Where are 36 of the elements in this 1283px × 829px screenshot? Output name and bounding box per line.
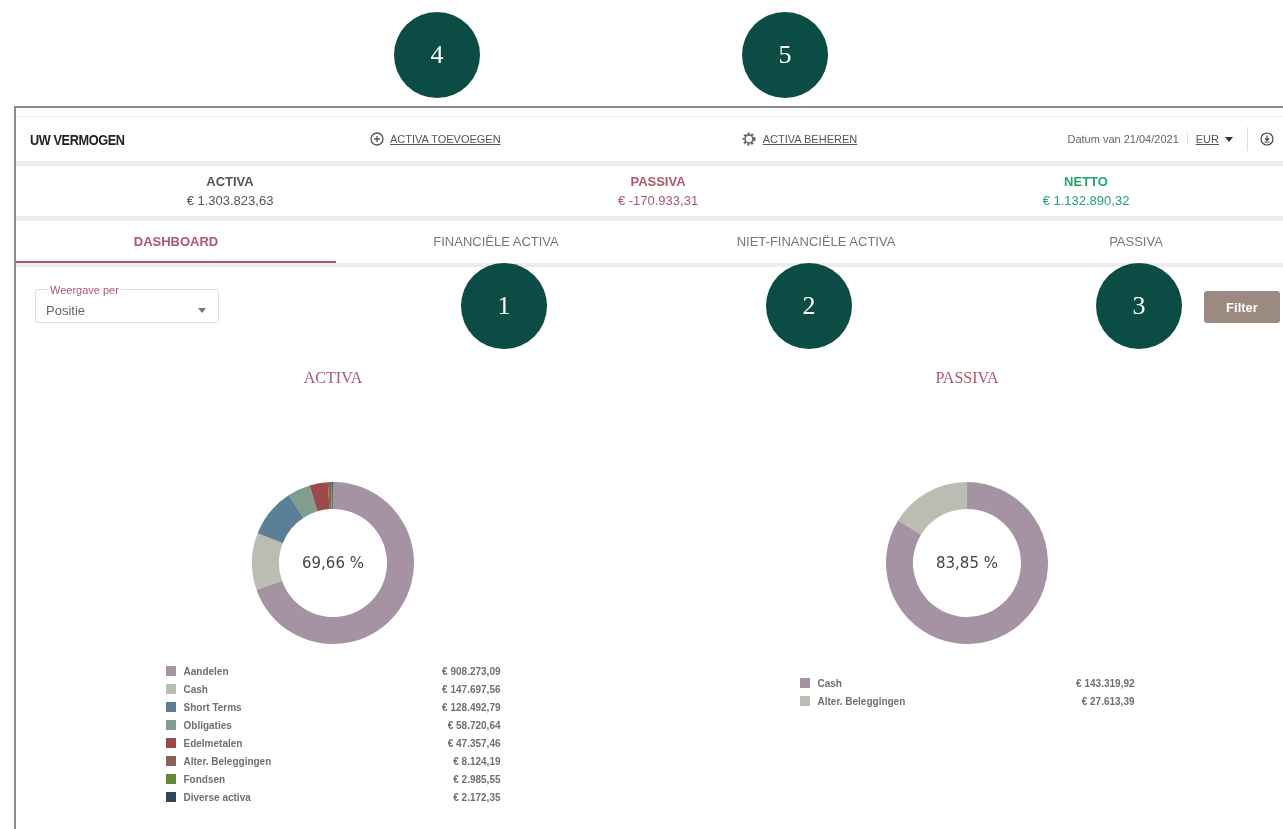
percentage-label: 69,66 %	[302, 554, 364, 572]
legend-amount: € 143.319,92	[1076, 677, 1135, 689]
select-value: Positie	[46, 302, 86, 318]
select-label: Weergave per	[48, 284, 121, 296]
summary-amount: € -170.933,31	[617, 193, 699, 208]
legend-label: Cash	[817, 677, 842, 689]
percentage-label: 83,85 %	[936, 554, 998, 572]
legend-amount: € 27.613,39	[1081, 695, 1135, 707]
legend-amount: € 908.273,09	[442, 665, 501, 677]
legend-amount: € 47.357,46	[447, 737, 501, 749]
summary-amount: € 1.132.890,32	[1042, 193, 1130, 208]
legend-label: Alter. Beleggingen	[183, 755, 272, 767]
chart-title: ACTIVA	[303, 369, 363, 387]
summary-label: ACTIVA	[206, 174, 254, 189]
legend-amount: € 2.985,55	[453, 773, 501, 785]
legend-label: Cash	[183, 683, 208, 695]
legend-label: Short Terms	[183, 701, 242, 713]
legend-label: Edelmetalen	[183, 737, 243, 749]
summary-label: NETTO	[1064, 174, 1108, 189]
legend-amount: € 8.124,19	[453, 755, 501, 767]
chart-title: PASSIVA	[935, 369, 999, 387]
legend-label: Alter. Beleggingen	[817, 695, 906, 707]
number-callout: 5	[742, 12, 828, 98]
legend-amount: € 128.492,79	[442, 701, 501, 713]
summary-amount: € 1.303.823,63	[186, 193, 274, 208]
summary-label: PASSIVA	[630, 174, 686, 189]
legend-amount: € 147.697,56	[442, 683, 501, 695]
legend-label: Fondsen	[183, 773, 226, 785]
number-callout: 4	[394, 12, 480, 98]
legend-label: Aandelen	[183, 665, 229, 677]
legend-label: Obligaties	[183, 719, 232, 731]
legend-amount: € 2.172,35	[453, 791, 501, 803]
page-title: UW VERMOGEN	[30, 130, 126, 148]
date-label: Datum van 21/04/2021	[1067, 133, 1188, 145]
legend-amount: € 58.720,64	[447, 719, 501, 731]
legend-label: Diverse activa	[183, 791, 251, 803]
